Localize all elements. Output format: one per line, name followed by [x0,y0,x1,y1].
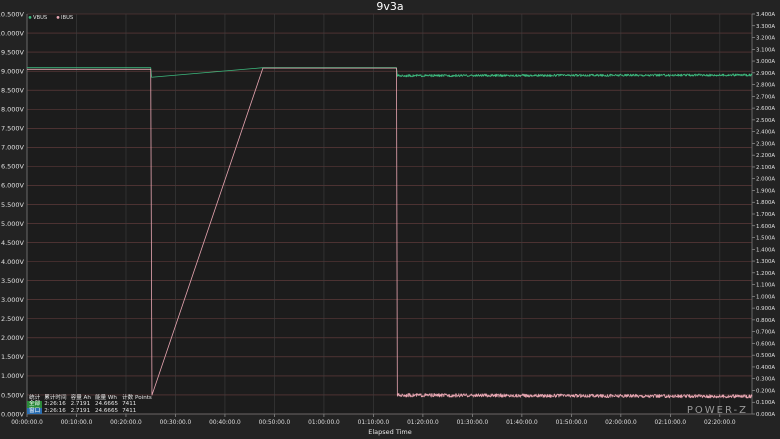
y-right-tick-label: 1.800A [756,200,775,206]
x-tick-label: 00:20:00.0 [110,420,142,426]
y-right-tick-label: 1.700A [756,212,775,218]
y-right-tick-label: 0.100A [756,400,775,406]
y-left-tick-label: 8.500V [1,86,25,94]
y-right-tick-label: 2.300A [756,141,775,147]
y-right-tick-label: 2.600A [756,106,775,112]
y-right-tick-label: 1.600A [756,224,775,230]
y-right-tick-label: 1.200A [756,271,775,277]
y-right-tick-label: 3.300A [756,24,775,30]
x-tick-label: 02:10:00.0 [655,420,687,426]
y-right-tick-label: 2.100A [756,165,775,171]
y-right-tick-label: 2.500A [756,118,775,124]
x-tick-label: 01:00:00.0 [308,420,340,426]
y-left-tick-label: 8.000V [1,106,25,114]
stats-table: 统计 累计时间 容量 Ah 能量 Wh 计数 Points 全部 2:26:16… [27,395,154,415]
legend-label-ibus: IBUS [61,15,73,21]
stats-points: 7411 [122,407,137,414]
y-left-tick-label: 7.500V [1,125,25,133]
stats-row-window: 窗口 2:26:16 2.7191 24.6665 7411 [27,407,154,415]
x-tick-label: 00:50:00.0 [259,420,291,426]
y-right-tick-label: 2.400A [756,130,775,136]
y-right-tick-label: 2.700A [756,94,775,100]
y-right-tick-label: 3.000A [756,59,775,65]
x-tick-label: 00:00:00.0 [11,420,43,426]
y-right-tick-label: 1.000A [756,294,775,300]
y-left-tick-label: 9.500V [1,48,25,56]
legend-marker-ibus [56,16,60,19]
stats-ah: 2.7191 [70,401,91,408]
y-right-tick-label: 0.900A [756,306,775,312]
y-right-tick-label: 0.600A [756,341,775,347]
y-right-tick-label: 1.500A [756,236,775,242]
y-right-tick-label: 3.100A [756,47,775,53]
y-right-tick-label: 0.200A [756,388,775,394]
plot-area [27,14,752,414]
y-left-tick-label: 6.500V [1,163,25,171]
x-tick-label: 01:20:00.0 [407,420,439,426]
y-left-tick-label: 1.500V [1,353,25,361]
stats-wh: 24.6665 [94,401,119,408]
y-left-tick-label: 1.000V [1,372,25,380]
y-left-tick-label: 6.000V [1,182,25,190]
brand-logo: POWER-Z [686,405,748,416]
y-right-tick-label: 1.300A [756,259,775,265]
y-right-tick-label: 3.200A [756,36,775,42]
y-right-tick-label: 0.000A [756,412,775,418]
stats-time: 2:26:16 [44,407,66,414]
grid [26,13,752,415]
y-right-tick-label: 3.400A [756,12,775,18]
x-tick-label: 00:40:00.0 [209,420,241,426]
y-left-tick-label: 4.500V [1,239,25,247]
y-left-tick-label: 4.000V [1,258,25,266]
stats-tag-window: 窗口 [27,407,43,415]
y-right-tick-label: 0.400A [756,365,775,371]
y-right-tick-label: 2.900A [756,71,775,77]
x-tick-label: 00:10:00.0 [61,420,93,426]
y-right-tick-label: 2.000A [756,177,775,183]
y-left-tick-label: 5.500V [1,201,25,209]
y-right-tick-label: 0.500A [756,353,775,359]
legend-marker-vbus [28,16,32,19]
y-left-tick-label: 9.000V [1,67,25,75]
x-tick-label: 01:40:00.0 [506,420,538,426]
y-left-tick-label: 3.000V [1,296,25,304]
y-left-tick-label: 7.000V [1,144,25,152]
chart-root: 0.000V 0.500V 1.000V 1.500V 2.000V 2.500V 3.00… [0,0,780,439]
x-tick-label: 02:00:00.0 [605,420,637,426]
y-right-tick-label: 0.300A [756,377,775,383]
y-left-tick-label: 0.500V [1,391,25,399]
y-right-tick-label: 0.700A [756,330,775,336]
y-right-tick-label: 2.800A [756,83,775,89]
y-left-tick-label: 2.000V [1,334,25,342]
x-tick-label: 01:30:00.0 [457,420,489,426]
x-tick-label: 00:30:00.0 [160,420,192,426]
y-left-tick-label: 0.000V [1,410,25,418]
y-right-tick-label: 0.800A [756,318,775,324]
y-left-tick-label: 5.000V [1,220,25,228]
x-axis-label: Elapsed Time [368,428,412,436]
y-left-tick-label: 10.000V [0,29,25,37]
y-right-tick-label: 1.400A [756,247,775,253]
line-chart: 0.000V 0.500V 1.000V 1.500V 2.000V 2.500V 3.00… [0,0,775,436]
legend-label-vbus: VBUS [33,15,47,21]
stats-tag-all: 全部 [27,401,43,408]
y-left-tick-label: 10.500V [0,10,25,18]
stats-ah: 2.7191 [70,407,91,414]
x-tick-label: 01:50:00.0 [556,420,588,426]
y-left-tick-label: 3.500V [1,277,25,285]
y-right-tick-label: 1.900A [756,188,775,194]
y-left-tick-label: 2.500V [1,315,25,323]
stats-wh: 24.6665 [94,407,119,414]
stats-time: 2:26:16 [44,401,66,408]
y-right-tick-label: 1.100A [756,283,775,289]
chart-title: 9v3a [376,0,403,13]
y-right-tick-label: 2.200A [756,153,775,159]
x-tick-label: 01:10:00.0 [358,420,390,426]
x-tick-label: 02:20:00.0 [704,420,736,426]
